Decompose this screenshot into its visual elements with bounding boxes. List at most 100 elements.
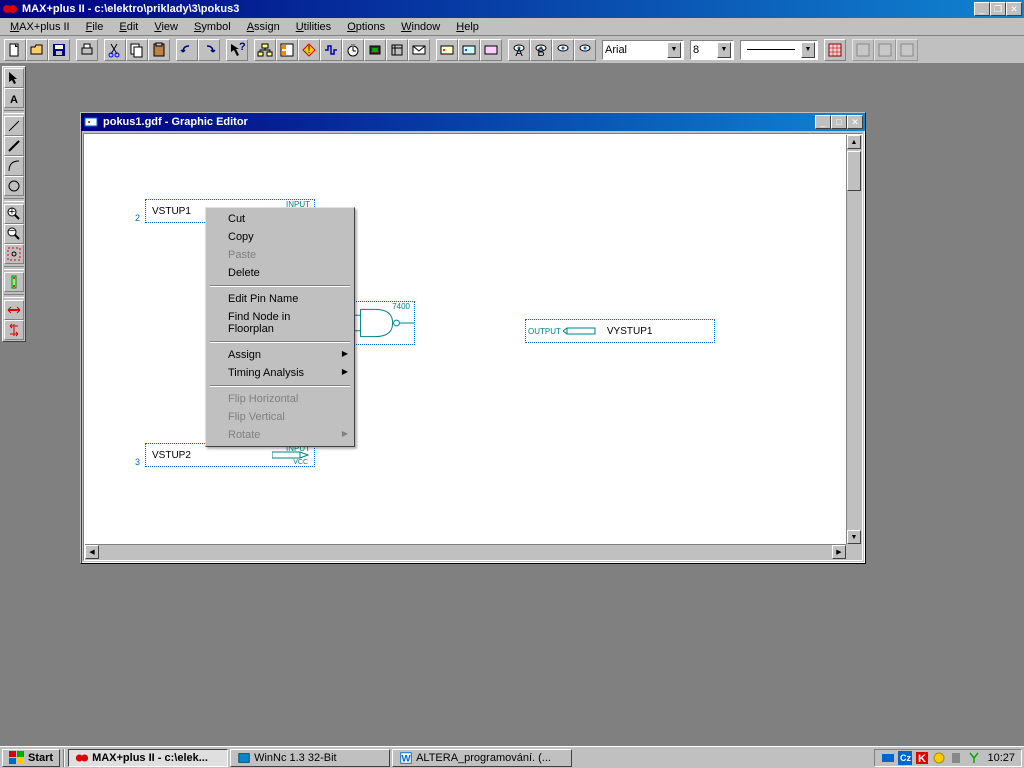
compiler-button[interactable]: ! (298, 39, 320, 61)
tb-grid-1[interactable] (824, 39, 846, 61)
main-toolbar: ? ! A B Arial ▼ 8 ▼ ▼ (0, 36, 1024, 64)
redo-button[interactable] (198, 39, 220, 61)
child-content: 2 VSTUP1 INPUT VCC 7400 (83, 133, 863, 561)
maximize-button[interactable]: ❐ (990, 2, 1006, 16)
programmer-button[interactable] (364, 39, 386, 61)
scroll-right-button[interactable]: ▶ (832, 545, 846, 559)
paste-button[interactable] (148, 39, 170, 61)
connect-tool[interactable] (4, 272, 24, 292)
menubar: MAX+plus II File Edit View Symbol Assign… (0, 18, 1024, 36)
undo-button[interactable] (176, 39, 198, 61)
menu-view[interactable]: View (146, 19, 186, 35)
task-button-1[interactable]: MAX+plus II - c:\elek... (68, 749, 228, 767)
canvas[interactable]: 2 VSTUP1 INPUT VCC 7400 (85, 135, 846, 544)
zoom-out-tool[interactable]: − (4, 224, 24, 244)
task-label: ALTERA_programování. (... (416, 752, 551, 764)
scroll-left-button[interactable]: ◀ (85, 545, 99, 559)
arc-tool[interactable] (4, 156, 24, 176)
task-button-2[interactable]: WinNc 1.3 32-Bit (230, 749, 390, 767)
tb-extra-2[interactable] (458, 39, 480, 61)
scroll-up-button[interactable]: ▲ (847, 135, 861, 149)
child-titlebar[interactable]: pokus1.gdf - Graphic Editor _ □ ✕ (81, 113, 865, 131)
text-tool[interactable]: A (4, 88, 24, 108)
vertical-scrollbar[interactable]: ▲ ▼ (846, 135, 862, 544)
tray-icon-3[interactable] (932, 751, 946, 765)
ctx-timing[interactable]: Timing Analysis▶ (208, 364, 352, 382)
menu-file[interactable]: File (78, 19, 112, 35)
menu-symbol[interactable]: Symbol (186, 19, 239, 35)
project-button[interactable] (386, 39, 408, 61)
open-button[interactable] (26, 39, 48, 61)
font-value: Arial (605, 44, 665, 56)
task-button-3[interactable]: W ALTERA_programování. (... (392, 749, 572, 767)
tray-icon-5[interactable] (966, 751, 980, 765)
help-cursor-button[interactable]: ? (226, 39, 248, 61)
scroll-corner (846, 544, 862, 560)
pin-number: 2 (135, 213, 140, 223)
copy-button[interactable] (126, 39, 148, 61)
flip-h-tool[interactable] (4, 300, 24, 320)
menu-help[interactable]: Help (448, 19, 487, 35)
print-button[interactable] (76, 39, 98, 61)
output-pin-1[interactable]: OUTPUT VYSTUP1 (525, 319, 715, 343)
language-indicator[interactable]: Cz (898, 751, 912, 765)
circle-tool[interactable] (4, 176, 24, 196)
tray-icon-2[interactable]: K (915, 751, 929, 765)
child-minimize-button[interactable]: _ (815, 115, 831, 129)
child-close-button[interactable]: ✕ (847, 115, 863, 129)
app-title: MAX+plus II - c:\elektro\priklady\3\poku… (22, 3, 974, 15)
menu-utilities[interactable]: Utilities (288, 19, 339, 35)
tb-grid-4[interactable] (896, 39, 918, 61)
size-select[interactable]: 8 ▼ (690, 40, 734, 60)
ctx-delete[interactable]: Delete (208, 264, 352, 282)
menu-assign[interactable]: Assign (239, 19, 288, 35)
nand-gate[interactable]: 7400 (345, 301, 415, 345)
scroll-down-button[interactable]: ▼ (847, 530, 861, 544)
line-style-select[interactable]: ▼ (740, 40, 818, 60)
diag-line-tool[interactable] (4, 136, 24, 156)
tb-eye-2[interactable]: B (530, 39, 552, 61)
ctx-edit-pin-name[interactable]: Edit Pin Name (208, 290, 352, 308)
zoom-in-tool[interactable]: + (4, 204, 24, 224)
svg-text:−: − (9, 226, 15, 237)
tb-extra-3[interactable] (480, 39, 502, 61)
tb-eye-3[interactable] (552, 39, 574, 61)
tb-eye-4[interactable] (574, 39, 596, 61)
close-button[interactable]: ✕ (1006, 2, 1022, 16)
save-button[interactable] (48, 39, 70, 61)
new-button[interactable] (4, 39, 26, 61)
menu-window[interactable]: Window (393, 19, 448, 35)
flip-v-tool[interactable] (4, 320, 24, 340)
cut-button[interactable] (104, 39, 126, 61)
ctx-copy[interactable]: Copy (208, 228, 352, 246)
horizontal-scrollbar[interactable]: ◀ ▶ (85, 544, 846, 560)
floorplan-button[interactable] (276, 39, 298, 61)
hierarchy-button[interactable] (254, 39, 276, 61)
simulator-button[interactable] (320, 39, 342, 61)
tb-eye-1[interactable]: A (508, 39, 530, 61)
menu-edit[interactable]: Edit (111, 19, 146, 35)
ctx-assign[interactable]: Assign▶ (208, 346, 352, 364)
tray-icon-1[interactable] (881, 751, 895, 765)
timing-button[interactable] (342, 39, 364, 61)
ctx-find-node[interactable]: Find Node in Floorplan (208, 308, 352, 338)
svg-text:+: + (9, 206, 15, 218)
scroll-thumb[interactable] (847, 151, 861, 191)
messages-button[interactable] (408, 39, 430, 61)
ctx-cut[interactable]: Cut (208, 210, 352, 228)
minimize-button[interactable]: _ (974, 2, 990, 16)
clock[interactable]: 10:27 (987, 752, 1015, 764)
font-select[interactable]: Arial ▼ (602, 40, 684, 60)
tb-grid-2[interactable] (852, 39, 874, 61)
menu-options[interactable]: Options (339, 19, 393, 35)
menu-maxplus[interactable]: MAX+plus II (2, 19, 78, 35)
tb-grid-3[interactable] (874, 39, 896, 61)
taskbar: Start MAX+plus II - c:\elek... WinNc 1.3… (0, 746, 1024, 768)
start-button[interactable]: Start (2, 749, 60, 767)
line-tool[interactable] (4, 116, 24, 136)
zoom-fit-tool[interactable] (4, 244, 24, 264)
pointer-tool[interactable] (4, 68, 24, 88)
tray-icon-4[interactable] (949, 751, 963, 765)
child-maximize-button[interactable]: □ (831, 115, 847, 129)
tb-extra-1[interactable] (436, 39, 458, 61)
